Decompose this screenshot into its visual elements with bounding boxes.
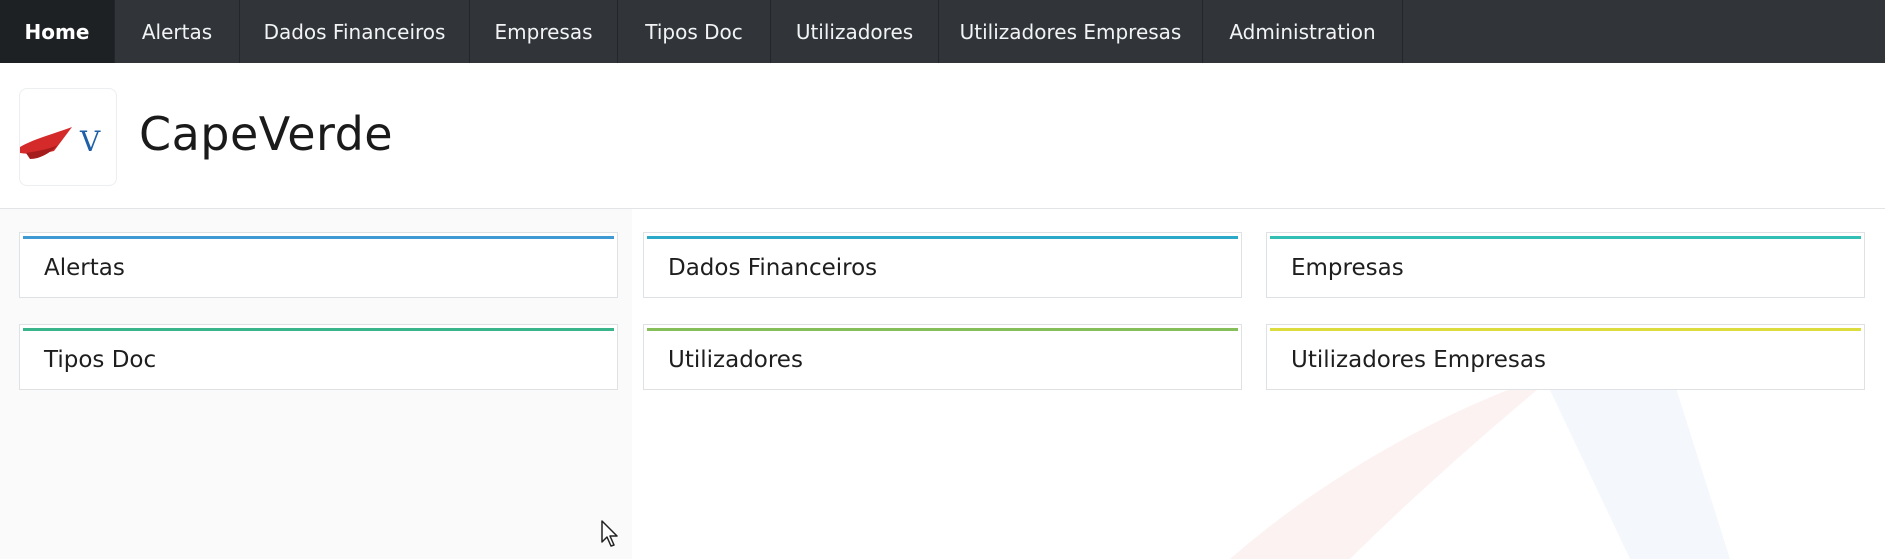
- card-utilizadores[interactable]: Utilizadores: [643, 324, 1242, 390]
- nav-item-alertas[interactable]: Alertas: [115, 0, 240, 63]
- logo-watermark-icon: [1230, 369, 1730, 559]
- card-accent-bar: [1270, 236, 1861, 239]
- mouse-cursor-icon: [601, 520, 618, 547]
- nav-item-label: Utilizadores Empresas: [959, 19, 1182, 44]
- nav-item-label: Tipos Doc: [645, 19, 743, 44]
- top-navbar: Home Alertas Dados Financeiros Empresas …: [0, 0, 1885, 63]
- card-tipos-doc[interactable]: Tipos Doc: [19, 324, 618, 390]
- nav-item-label: Utilizadores: [795, 19, 914, 44]
- nav-item-dados-financeiros[interactable]: Dados Financeiros: [240, 0, 470, 63]
- card-utilizadores-empresas[interactable]: Utilizadores Empresas: [1266, 324, 1865, 390]
- nav-item-label: Dados Financeiros: [263, 19, 446, 44]
- card-accent-bar: [647, 236, 1238, 239]
- card-accent-bar: [23, 236, 614, 239]
- nav-item-label: Alertas: [141, 19, 213, 44]
- card-accent-bar: [647, 328, 1238, 331]
- card-accent-bar: [1270, 328, 1861, 331]
- nav-item-home[interactable]: Home: [0, 0, 115, 63]
- card-accent-bar: [23, 328, 614, 331]
- card-title: Dados Financeiros: [668, 255, 878, 281]
- page-title: CapeVerde: [139, 107, 394, 161]
- capeverde-logo-icon: V: [20, 125, 101, 159]
- card-title: Empresas: [1291, 255, 1404, 281]
- card-title: Tipos Doc: [44, 347, 157, 373]
- card-title: Alertas: [44, 255, 125, 281]
- logo-letter: V: [79, 125, 101, 158]
- nav-item-label: Empresas: [494, 19, 593, 44]
- page-header: V CapeVerde: [0, 63, 1885, 209]
- card-title: Utilizadores Empresas: [1291, 347, 1546, 373]
- nav-item-empresas[interactable]: Empresas: [470, 0, 618, 63]
- card-alertas[interactable]: Alertas: [19, 232, 618, 298]
- card-title: Utilizadores: [668, 347, 803, 373]
- card-dados-financeiros[interactable]: Dados Financeiros: [643, 232, 1242, 298]
- nav-item-utilizadores[interactable]: Utilizadores: [771, 0, 939, 63]
- nav-item-label: Administration: [1229, 19, 1376, 44]
- main-content: Alertas Dados Financeiros Empresas Tipos…: [0, 209, 1885, 559]
- nav-item-utilizadores-empresas[interactable]: Utilizadores Empresas: [939, 0, 1203, 63]
- logo[interactable]: V: [19, 88, 117, 186]
- nav-item-tipos-doc[interactable]: Tipos Doc: [618, 0, 771, 63]
- card-empresas[interactable]: Empresas: [1266, 232, 1865, 298]
- nav-item-administration[interactable]: Administration: [1203, 0, 1403, 63]
- nav-item-label: Home: [24, 19, 90, 44]
